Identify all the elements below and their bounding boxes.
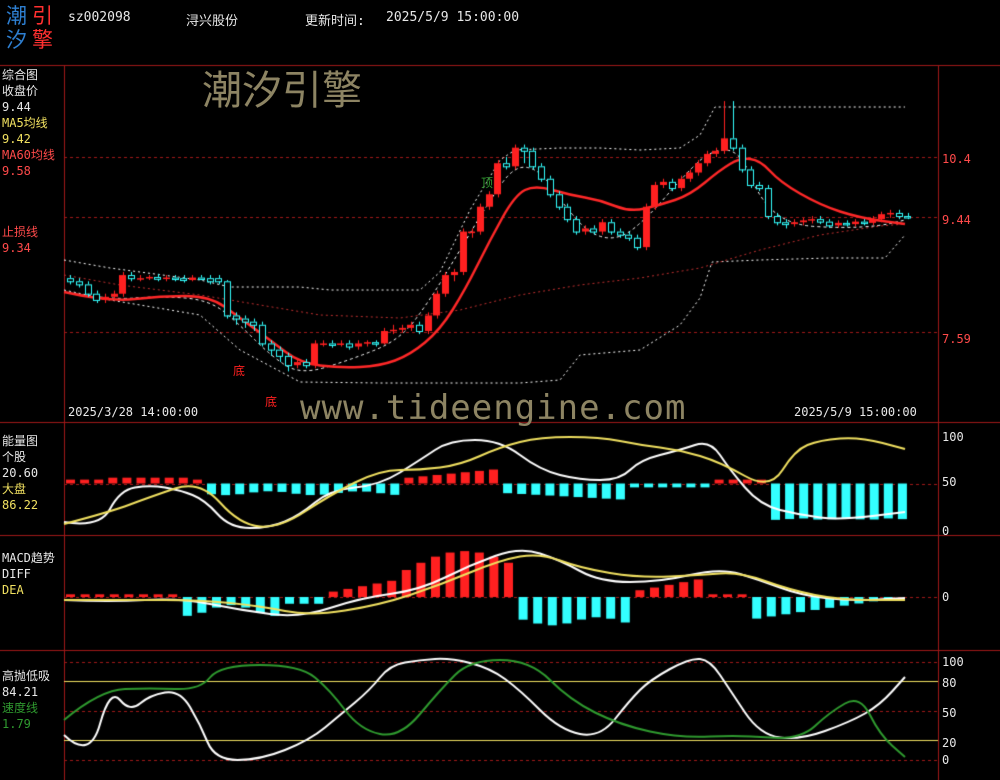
- bottom-signal-1: 底: [233, 364, 246, 378]
- watermark-url: www.tideengine.com: [300, 388, 687, 428]
- x-axis-start-date: 2025/3/28 14:00:00: [68, 405, 199, 419]
- timing-tick-20: 20: [942, 736, 957, 750]
- price-tick-1: 10.4: [942, 152, 971, 166]
- watermark-cn: 潮汐引擎: [202, 68, 362, 114]
- timing-panel-legend: 高抛低吸 84.21 速度线 1.79: [2, 668, 50, 732]
- energy-label-3: 大盘: [2, 482, 27, 496]
- main-label-6: 9.58: [2, 164, 31, 178]
- timing-tick-50: 50: [942, 706, 957, 720]
- timing-label-3: 1.79: [2, 717, 31, 731]
- main-label-0: 综合图: [2, 68, 39, 82]
- macd-label-1: DIFF: [2, 567, 31, 581]
- main-label-2: 9.44: [2, 100, 31, 114]
- macd-panel-legend: MACD趋势 DIFF DEA: [2, 550, 55, 598]
- energy-label-0: 能量图: [2, 434, 39, 448]
- price-tick-2: 9.44: [942, 213, 971, 227]
- main-label-8: 9.34: [2, 241, 31, 255]
- timing-tick-0: 0: [942, 753, 950, 767]
- main-label-5: MA60均线: [2, 148, 55, 162]
- stock-name: 浔兴股份: [186, 14, 239, 29]
- energy-tick-0: 0: [942, 524, 950, 538]
- main-label-4: 9.42: [2, 132, 31, 146]
- macd-label-0: MACD趋势: [2, 551, 55, 565]
- price-tick-3: 7.59: [942, 332, 971, 346]
- update-time-label: 更新时间:: [305, 14, 365, 29]
- main-panel-legend: 综合图收盘价 9.44 MA5均线 9.42 MA60均线 9.58 止损线 9.34: [2, 67, 55, 256]
- main-label-1: 收盘价: [2, 84, 39, 98]
- energy-tick-100: 100: [942, 430, 964, 444]
- energy-label-1: 个股: [2, 450, 27, 464]
- top-signal: 顶: [481, 176, 494, 190]
- macd-label-2: DEA: [2, 583, 24, 597]
- stock-code: sz002098: [68, 10, 131, 25]
- timing-tick-80: 80: [942, 676, 957, 690]
- energy-label-2: 20.60: [2, 466, 39, 480]
- energy-label-4: 86.22: [2, 498, 39, 512]
- update-time-value: 2025/5/9 15:00:00: [386, 10, 520, 25]
- timing-label-2: 速度线: [2, 701, 39, 715]
- macd-tick-0: 0: [942, 590, 950, 604]
- timing-label-1: 84.21: [2, 685, 39, 699]
- energy-panel-legend: 能量图个股 20.60 大盘 86.22: [2, 433, 38, 513]
- main-label-7: 止损线: [2, 225, 39, 239]
- timing-tick-100: 100: [942, 655, 964, 669]
- timing-label-0: 高抛低吸: [2, 669, 51, 683]
- main-label-3: MA5均线: [2, 116, 48, 130]
- x-axis-end-date: 2025/5/9 15:00:00: [794, 405, 917, 419]
- tideengine-logo: 潮 引 汐 擎: [6, 4, 53, 52]
- energy-tick-50: 50: [942, 475, 957, 489]
- bottom-signal-2: 底: [265, 395, 278, 409]
